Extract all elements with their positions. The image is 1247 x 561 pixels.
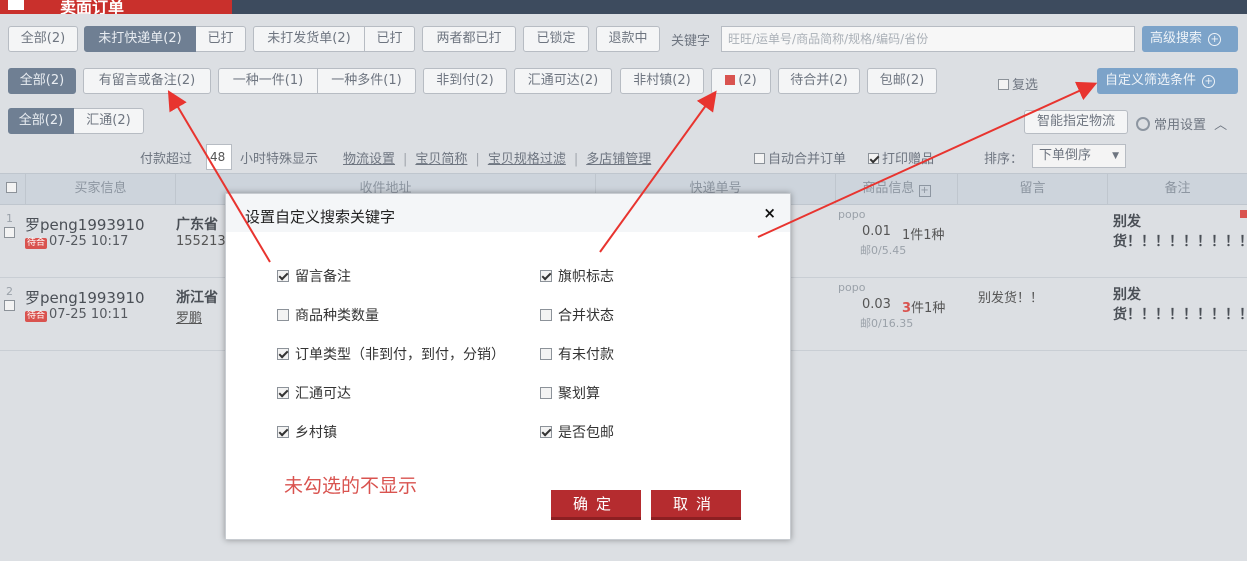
option-merge-status[interactable]: 合并状态	[540, 305, 614, 325]
checkbox-icon	[277, 309, 289, 321]
checkbox-checked-icon	[277, 270, 289, 282]
option-juhuasuan[interactable]: 聚划算	[540, 383, 600, 403]
brand-area: 卖面订单	[0, 0, 232, 17]
option-flag[interactable]: 旗帜标志	[540, 266, 614, 286]
checkbox-icon	[540, 348, 552, 360]
option-label: 旗帜标志	[558, 269, 614, 285]
custom-keyword-dialog: 设置自定义搜索关键字 × 留言备注 商品种类数量 订单类型（非到付，到付，分销）…	[225, 193, 791, 540]
checkbox-icon	[540, 387, 552, 399]
option-label: 汇通可达	[295, 386, 351, 402]
option-village[interactable]: 乡村镇	[277, 422, 337, 442]
option-label: 聚划算	[558, 386, 600, 402]
option-product-kinds[interactable]: 商品种类数量	[277, 305, 379, 325]
option-label: 乡村镇	[295, 425, 337, 441]
dialog-title: 设置自定义搜索关键字	[245, 208, 396, 226]
checkbox-icon	[540, 309, 552, 321]
option-label: 是否包邮	[558, 425, 614, 441]
checkbox-checked-icon	[540, 270, 552, 282]
option-label: 商品种类数量	[295, 308, 379, 324]
top-bar: 卖面订单	[0, 0, 1247, 17]
close-icon[interactable]: ×	[763, 204, 776, 222]
option-label: 留言备注	[295, 269, 351, 285]
checkbox-checked-icon	[540, 426, 552, 438]
cancel-button[interactable]: 取消	[651, 490, 741, 520]
option-label: 有未付款	[558, 347, 614, 363]
checkbox-checked-icon	[277, 426, 289, 438]
annotation-note: 未勾选的不显示	[284, 475, 418, 497]
option-order-type[interactable]: 订单类型（非到付，到付，分销）	[277, 344, 505, 364]
option-label: 订单类型（非到付，到付，分销）	[295, 347, 505, 363]
option-huitong[interactable]: 汇通可达	[277, 383, 351, 403]
option-label: 合并状态	[558, 308, 614, 324]
checkbox-checked-icon	[277, 387, 289, 399]
option-unpaid[interactable]: 有未付款	[540, 344, 614, 364]
confirm-button[interactable]: 确定	[551, 490, 641, 520]
option-free-shipping[interactable]: 是否包邮	[540, 422, 614, 442]
checkbox-checked-icon	[277, 348, 289, 360]
logo-icon	[8, 0, 24, 10]
option-message-remark[interactable]: 留言备注	[277, 266, 351, 286]
